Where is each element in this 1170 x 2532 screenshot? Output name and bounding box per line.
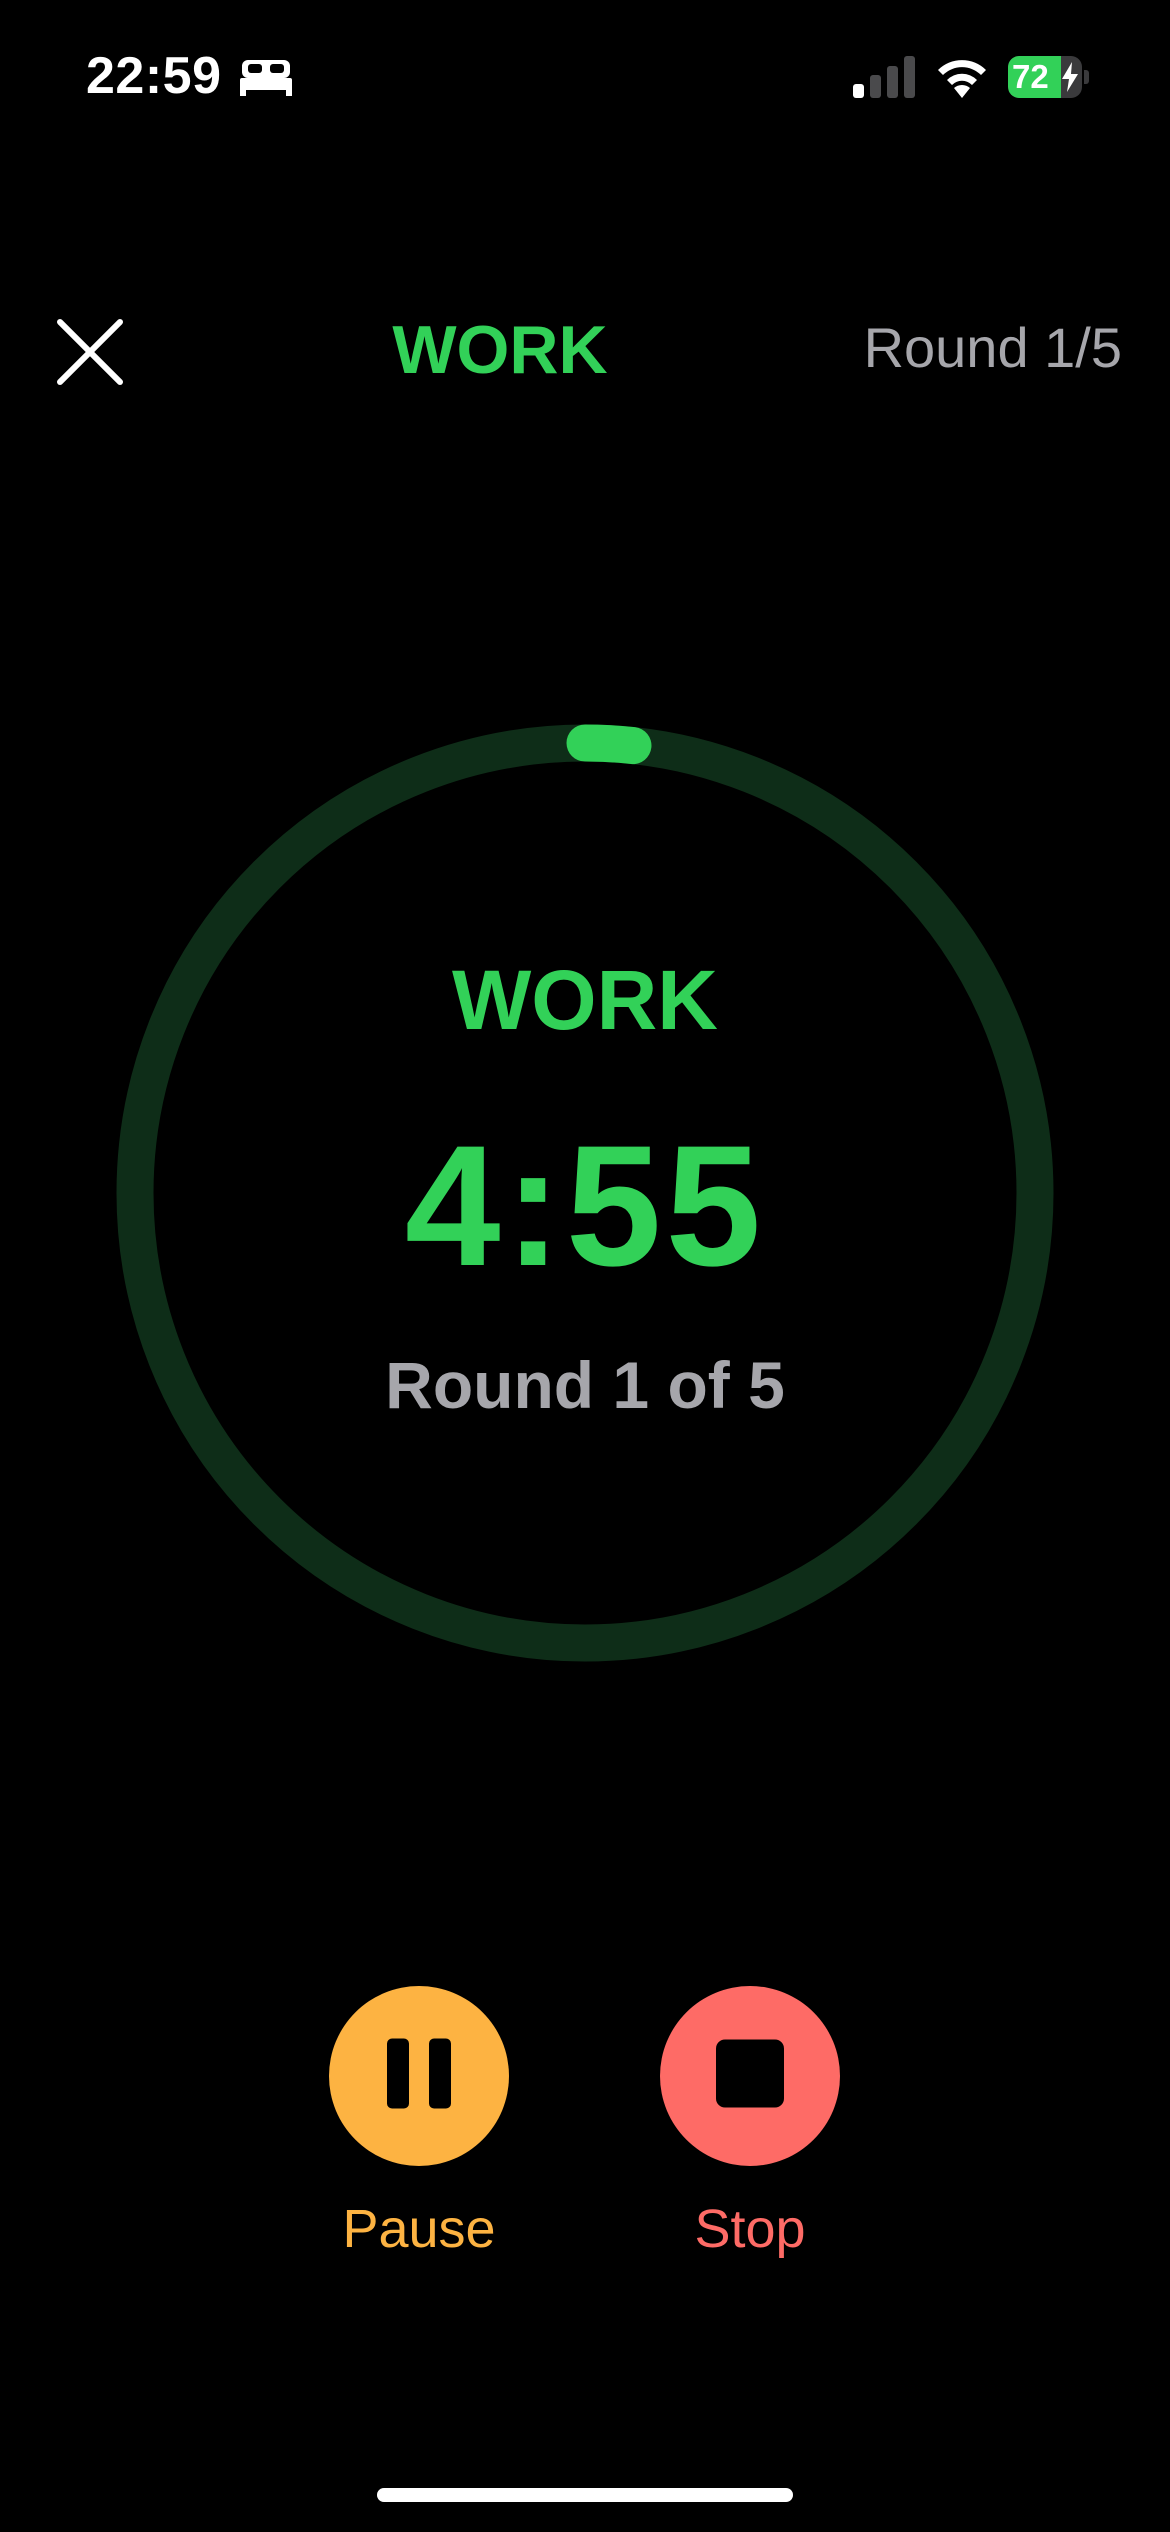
pause-label: Pause xyxy=(342,2199,496,2259)
home-indicator[interactable] xyxy=(377,2488,793,2502)
phase-title: WORK xyxy=(392,312,608,388)
stop-button[interactable] xyxy=(660,1986,840,2166)
progress-ring-fill xyxy=(566,724,652,765)
status-bar: 22:59 72 xyxy=(0,0,1170,150)
stop-icon xyxy=(716,2039,784,2108)
close-icon xyxy=(57,319,123,385)
timer-phase-label: WORK xyxy=(452,953,718,1047)
status-time: 22:59 xyxy=(86,47,222,105)
close-button[interactable] xyxy=(48,310,132,394)
battery-cap xyxy=(1084,70,1089,84)
battery-icon: 72 xyxy=(1008,56,1090,98)
charging-bolt-icon xyxy=(1062,62,1078,92)
battery-level: 72 xyxy=(1012,58,1049,95)
timer-round-text: Round 1 of 5 xyxy=(385,1348,785,1422)
pause-icon xyxy=(387,2038,451,2109)
bed-icon xyxy=(240,60,292,96)
wifi-icon xyxy=(938,60,986,98)
stop-label: Stop xyxy=(694,2199,806,2259)
header: WORK Round 1/5 xyxy=(0,290,1170,410)
signal-icon xyxy=(853,56,915,98)
timer-countdown: 4:55 xyxy=(404,1110,766,1302)
battery-body: 72 xyxy=(1008,56,1082,98)
pause-button[interactable] xyxy=(329,1986,509,2166)
round-counter: Round 1/5 xyxy=(863,316,1122,379)
